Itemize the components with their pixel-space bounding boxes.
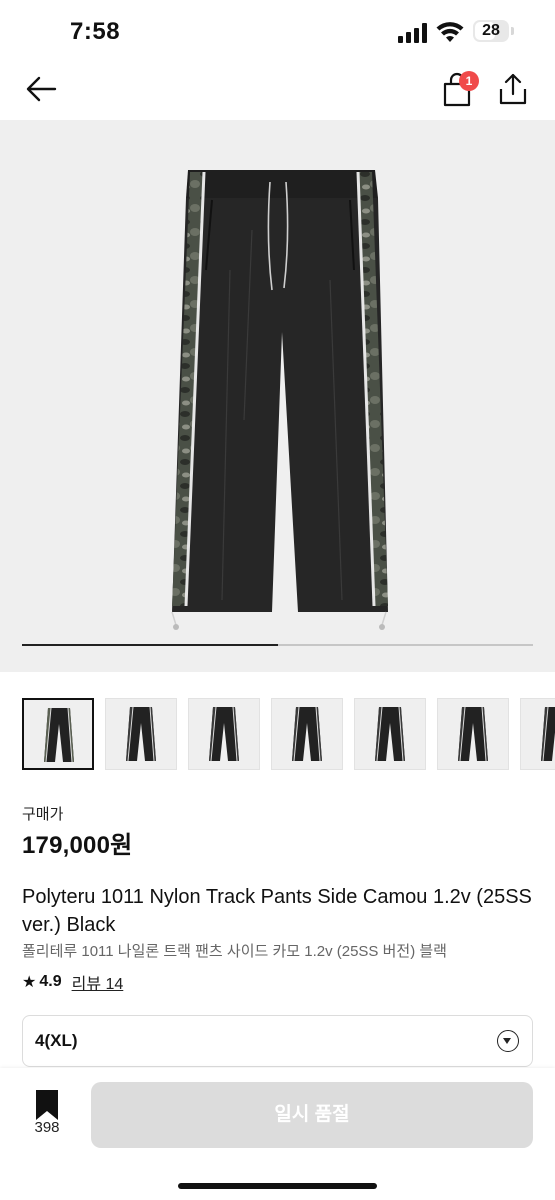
review-link[interactable]: 리뷰 14 (72, 970, 124, 994)
signal-icon (398, 23, 427, 43)
battery-icon: 28 (473, 20, 515, 44)
bookmark-button[interactable]: 398 (22, 1090, 72, 1140)
thumbnail-6[interactable] (437, 698, 509, 770)
thumbnail-image (292, 706, 322, 762)
thumbnail-3[interactable] (188, 698, 260, 770)
sold-out-button[interactable]: 일시 품절 (91, 1082, 533, 1148)
star-icon: ★ (22, 974, 37, 991)
status-time: 7:58 (70, 18, 121, 45)
thumbnail-image (375, 706, 405, 762)
thumbnail-1[interactable] (22, 698, 94, 770)
back-arrow-icon[interactable] (24, 74, 58, 104)
product-image (171, 170, 388, 630)
thumbnail-image (541, 706, 555, 762)
thumbnail-strip (0, 698, 555, 772)
cart-badge: 1 (459, 71, 479, 91)
chevron-down-icon (497, 1030, 519, 1052)
home-indicator (178, 1183, 377, 1189)
status-bar: 7:58 28 (0, 0, 555, 62)
bookmark-count: 398 (34, 1119, 60, 1136)
thumbnail-2[interactable] (105, 698, 177, 770)
rating-value: 4.9 (39, 973, 62, 990)
gallery-progress-bar (22, 644, 278, 646)
battery-level: 28 (482, 22, 500, 39)
thumbnail-7[interactable] (520, 698, 555, 770)
thumbnail-image (209, 706, 239, 762)
rating-row: ★ 4.9 리뷰 14 (22, 970, 123, 994)
gallery-progress (22, 644, 533, 646)
size-select-value: 4(XL) (35, 1031, 78, 1050)
size-select[interactable]: 4(XL) (22, 1015, 533, 1067)
product-title-ko: 폴리테루 1011 나일론 트랙 팬츠 사이드 카모 1.2v (25SS 버전… (22, 943, 447, 960)
share-icon[interactable] (497, 72, 529, 106)
bookmark-icon (36, 1090, 58, 1120)
thumbnail-5[interactable] (354, 698, 426, 770)
price-label: 구매가 (22, 806, 64, 823)
thumbnail-image (126, 706, 156, 762)
price: 179,000원 (22, 832, 133, 859)
thumbnail-image (44, 707, 74, 763)
product-title-en: Polyteru 1011 Nylon Track Pants Side Cam… (22, 886, 532, 936)
thumbnail-4[interactable] (271, 698, 343, 770)
thumbnail-image (458, 706, 488, 762)
product-image-carousel[interactable] (0, 120, 555, 672)
wifi-icon (436, 22, 464, 42)
